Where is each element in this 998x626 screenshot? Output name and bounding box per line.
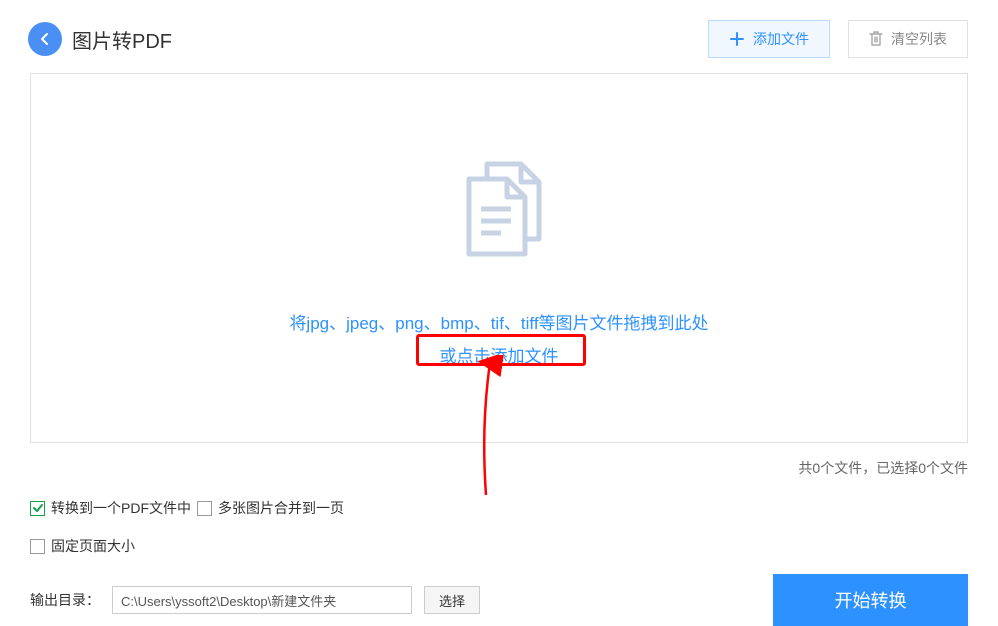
dropzone[interactable]: 将jpg、jpeg、png、bmp、tif、tiff等图片文件拖拽到此处 或点击…: [30, 73, 968, 443]
fixed-page-size-label: 固定页面大小: [51, 536, 135, 556]
fixed-page-size-checkbox[interactable]: [30, 539, 45, 554]
arrow-left-icon: [37, 31, 53, 47]
clear-list-label: 清空列表: [891, 29, 947, 49]
merge-images-label: 多张图片合并到一页: [218, 498, 344, 518]
select-path-button[interactable]: 选择: [424, 586, 480, 614]
merge-images-checkbox[interactable]: [197, 501, 212, 516]
check-icon: [32, 502, 44, 514]
output-dir-label: 输出目录：: [30, 590, 100, 610]
output-path-input[interactable]: [112, 586, 412, 614]
page-title: 图片转PDF: [72, 25, 172, 54]
add-file-label: 添加文件: [753, 29, 809, 49]
merge-to-pdf-checkbox[interactable]: [30, 501, 45, 516]
merge-to-pdf-label: 转换到一个PDF文件中: [51, 498, 191, 518]
clear-list-button[interactable]: 清空列表: [848, 20, 968, 58]
plus-icon: [729, 31, 745, 47]
file-count-status: 共0个文件，已选择0个文件: [30, 458, 968, 478]
document-stack-icon: [439, 149, 559, 274]
back-button[interactable]: [28, 22, 62, 56]
trash-icon: [869, 31, 883, 47]
add-file-button[interactable]: 添加文件: [708, 20, 830, 58]
dropzone-add-link[interactable]: 或点击添加文件: [440, 342, 559, 367]
start-convert-button[interactable]: 开始转换: [773, 574, 968, 626]
dropzone-instruction: 将jpg、jpeg、png、bmp、tif、tiff等图片文件拖拽到此处: [289, 309, 708, 334]
